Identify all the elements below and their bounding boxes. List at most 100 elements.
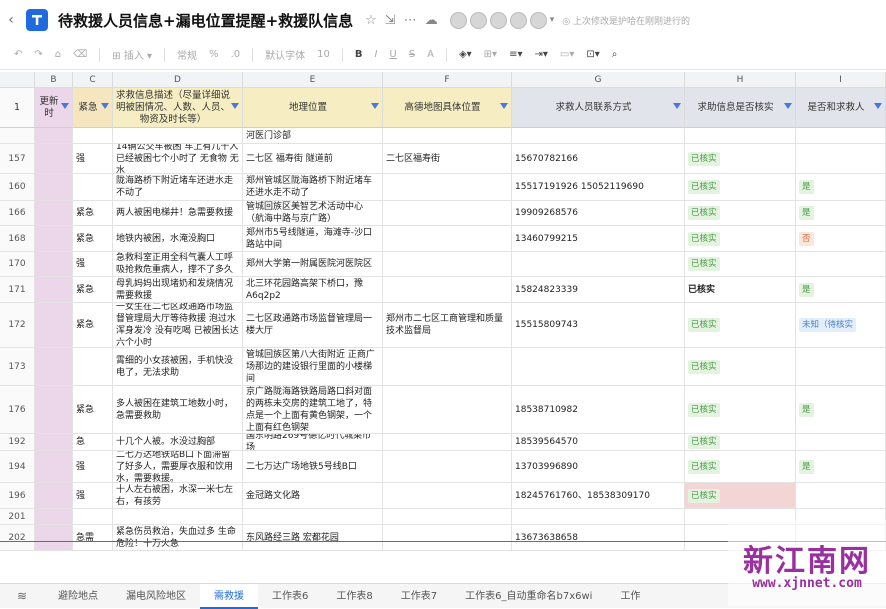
table-cell[interactable] bbox=[512, 128, 685, 144]
header-cell[interactable]: 求助信息是否核实 bbox=[685, 88, 796, 128]
table-cell[interactable] bbox=[796, 434, 886, 451]
search-icon[interactable]: ⌕ bbox=[612, 49, 618, 60]
avatars-dropdown-icon[interactable]: ▾ bbox=[550, 15, 555, 25]
table-cell[interactable] bbox=[383, 348, 512, 386]
sheet-tab[interactable]: 漏电风险地区 bbox=[112, 584, 200, 609]
table-cell[interactable]: 18538710982 bbox=[512, 386, 685, 434]
table-cell[interactable]: 未知（待核实 bbox=[796, 303, 886, 348]
table-cell[interactable] bbox=[35, 226, 73, 252]
table-cell[interactable]: 管城回族区第八大街附近 正商广场那边的建设银行里面的小楼梯间 bbox=[243, 348, 383, 386]
filter-icon[interactable] bbox=[231, 102, 239, 109]
table-cell[interactable]: 强 bbox=[73, 483, 113, 509]
table-cell[interactable]: 一女生在二七区政通路市场监督管理局大厅等待救援 泡过水 浑身发冷 没有吃喝 已被… bbox=[113, 303, 243, 348]
table-cell[interactable]: 强 bbox=[73, 252, 113, 277]
sheet-tab[interactable]: 工作 bbox=[606, 584, 654, 609]
document-title[interactable]: 待救援人员信息+漏电位置提醒+救援队信息 bbox=[58, 10, 353, 31]
table-cell[interactable]: 是 bbox=[796, 174, 886, 201]
table-cell[interactable] bbox=[35, 525, 73, 551]
column-header-c[interactable]: C bbox=[73, 72, 113, 88]
table-cell[interactable]: 强 bbox=[73, 451, 113, 483]
number-format-select[interactable]: 常规 bbox=[177, 47, 197, 62]
row-number[interactable]: 166 bbox=[0, 201, 35, 226]
header-cell[interactable]: 高德地图具体位置 bbox=[383, 88, 512, 128]
sheet-tab[interactable]: 工作表6_自动重命名b7x6wi bbox=[451, 584, 606, 609]
table-cell[interactable]: 否 bbox=[796, 226, 886, 252]
table-cell[interactable] bbox=[73, 128, 113, 144]
align-icon[interactable]: ≡▾ bbox=[509, 49, 522, 60]
table-cell[interactable]: 霄细的小女孩被困，手机快没电了，无法求助 bbox=[113, 348, 243, 386]
row-number[interactable]: 172 bbox=[0, 303, 35, 348]
font-color-icon[interactable]: A bbox=[427, 49, 434, 60]
decimal-icon[interactable]: .0 bbox=[231, 49, 241, 60]
avatar[interactable] bbox=[469, 11, 487, 29]
merge-icon[interactable]: ▭▾ bbox=[560, 49, 574, 60]
filter-icon[interactable] bbox=[784, 102, 792, 109]
row-number[interactable]: 1 bbox=[0, 88, 35, 128]
table-cell[interactable]: 二七区福寿街 bbox=[383, 144, 512, 174]
table-cell[interactable]: 是 bbox=[796, 386, 886, 434]
header-cell[interactable]: 求救人员联系方式 bbox=[512, 88, 685, 128]
table-cell[interactable]: 金冠路文化路 bbox=[243, 483, 383, 509]
table-cell[interactable]: 已核实 bbox=[685, 386, 796, 434]
table-cell[interactable] bbox=[113, 509, 243, 525]
font-family-select[interactable]: 默认字体 bbox=[265, 47, 305, 62]
table-cell[interactable]: 15517191926 15052119690 bbox=[512, 174, 685, 201]
underline-icon[interactable]: U bbox=[389, 49, 396, 60]
table-cell[interactable] bbox=[383, 483, 512, 509]
table-cell[interactable] bbox=[796, 348, 886, 386]
table-cell[interactable]: 东风路经三路 宏都花园 bbox=[243, 525, 383, 551]
function-icon[interactable]: ⊡▾ bbox=[586, 49, 599, 60]
filter-icon[interactable] bbox=[673, 102, 681, 109]
fill-color-icon[interactable]: ◈▾ bbox=[459, 49, 472, 60]
table-cell[interactable] bbox=[73, 348, 113, 386]
table-cell[interactable]: 是 bbox=[796, 201, 886, 226]
table-cell[interactable]: 国东明路269号德亿时代城菜市场 bbox=[243, 434, 383, 451]
table-cell[interactable] bbox=[383, 128, 512, 144]
avatar[interactable] bbox=[449, 11, 467, 29]
sheet-tab[interactable]: 工作表8 bbox=[322, 584, 386, 609]
column-header-b[interactable]: B bbox=[35, 72, 73, 88]
row-number[interactable]: 157 bbox=[0, 144, 35, 174]
table-cell[interactable] bbox=[383, 386, 512, 434]
sheet-tab[interactable]: 工作表7 bbox=[387, 584, 451, 609]
table-cell[interactable]: 河医门诊部 bbox=[243, 128, 383, 144]
table-cell[interactable]: 15824823339 bbox=[512, 277, 685, 303]
table-cell[interactable]: 18245761760、18538309170 bbox=[512, 483, 685, 509]
table-cell[interactable]: 母乳妈妈出现堵奶和发烧情况需要救援 bbox=[113, 277, 243, 303]
table-cell[interactable]: 13703996890 bbox=[512, 451, 685, 483]
table-cell[interactable] bbox=[383, 201, 512, 226]
table-cell[interactable]: 已核实 bbox=[685, 174, 796, 201]
move-file-icon[interactable]: ⇲ bbox=[385, 13, 396, 28]
table-cell[interactable] bbox=[383, 451, 512, 483]
table-cell[interactable] bbox=[73, 174, 113, 201]
avatar[interactable] bbox=[489, 11, 507, 29]
table-cell[interactable]: 紧急 bbox=[73, 303, 113, 348]
table-cell[interactable]: 15670782166 bbox=[512, 144, 685, 174]
table-cell[interactable]: 已核实 bbox=[685, 226, 796, 252]
filter-icon[interactable] bbox=[61, 102, 69, 109]
filter-icon[interactable] bbox=[874, 102, 882, 109]
table-cell[interactable] bbox=[35, 252, 73, 277]
row-number[interactable]: 171 bbox=[0, 277, 35, 303]
select-all-corner[interactable] bbox=[0, 72, 35, 88]
table-cell[interactable]: 是 bbox=[796, 451, 886, 483]
column-header-d[interactable]: D bbox=[113, 72, 243, 88]
redo-icon[interactable]: ↷ bbox=[34, 49, 42, 60]
sheet-tab[interactable]: 避险地点 bbox=[44, 584, 112, 609]
table-cell[interactable]: 紧急 bbox=[73, 201, 113, 226]
table-cell[interactable] bbox=[383, 174, 512, 201]
table-cell[interactable] bbox=[35, 348, 73, 386]
table-cell[interactable] bbox=[383, 434, 512, 451]
table-cell[interactable]: 已核实 bbox=[685, 483, 796, 509]
column-header-f[interactable]: F bbox=[383, 72, 512, 88]
row-number[interactable] bbox=[0, 128, 35, 144]
table-cell[interactable]: 急 bbox=[73, 434, 113, 451]
more-icon[interactable]: ⋯ bbox=[404, 13, 417, 28]
row-number[interactable]: 168 bbox=[0, 226, 35, 252]
table-cell[interactable]: 已核实 bbox=[685, 252, 796, 277]
table-cell[interactable]: 紧急 bbox=[73, 386, 113, 434]
table-cell[interactable]: 已核实 bbox=[685, 277, 796, 303]
bold-icon[interactable]: B bbox=[355, 49, 363, 60]
row-number[interactable]: 201 bbox=[0, 509, 35, 525]
filter-icon[interactable] bbox=[101, 102, 109, 109]
